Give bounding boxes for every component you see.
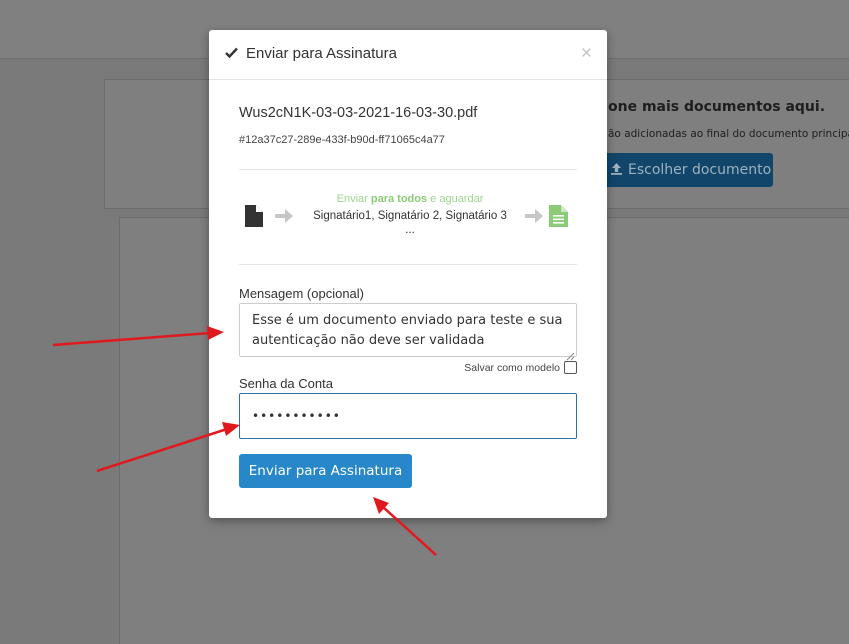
document-icon (244, 205, 264, 231)
background-upload-subtext: ão adicionadas ao final do documento pri… (608, 128, 849, 140)
modal-header: Enviar para Assinatura × (209, 30, 607, 80)
divider (239, 169, 577, 170)
arrow-right-icon (525, 208, 543, 228)
submit-button[interactable]: Enviar para Assinatura (239, 454, 412, 488)
send-for-signature-modal: Enviar para Assinatura × Wus2cN1K-03-03-… (209, 30, 607, 518)
save-as-model: Salvar como modelo (464, 361, 577, 374)
check-icon (225, 45, 239, 62)
signing-flow: Enviar para todos e aguardar Signatário1… (301, 193, 519, 236)
background-upload-heading: one mais documentos aqui. (608, 99, 826, 115)
document-hash: #12a37c27-289e-433f-b90d-ff71065c4a77 (239, 134, 445, 146)
choose-document-button[interactable]: Escolher documento (600, 153, 773, 187)
document-filename: Wus2cN1K-03-03-2021-16-03-30.pdf (239, 105, 478, 121)
modal-title: Enviar para Assinatura (225, 45, 397, 62)
save-as-model-checkbox[interactable] (564, 361, 577, 374)
flow-more: ... (405, 224, 415, 236)
divider (239, 264, 577, 265)
flow-signers: Signatário1, Signatário 2, Signatário 3 (313, 210, 507, 222)
upload-icon (610, 162, 623, 179)
close-button[interactable]: × (581, 43, 592, 65)
save-as-model-label: Salvar como modelo (464, 361, 560, 374)
flow-mode: Enviar para todos e aguardar (336, 193, 484, 205)
choose-document-label: Escolher documento (628, 162, 772, 178)
arrow-right-icon (275, 208, 293, 228)
signed-document-icon (549, 205, 568, 231)
password-label: Senha da Conta (239, 376, 333, 391)
password-field[interactable]: ••••••••••• (239, 393, 577, 439)
message-textarea[interactable]: Esse é um documento enviado para teste e… (239, 303, 577, 357)
message-label: Mensagem (opcional) (239, 286, 365, 301)
modal-title-text: Enviar para Assinatura (246, 45, 397, 62)
